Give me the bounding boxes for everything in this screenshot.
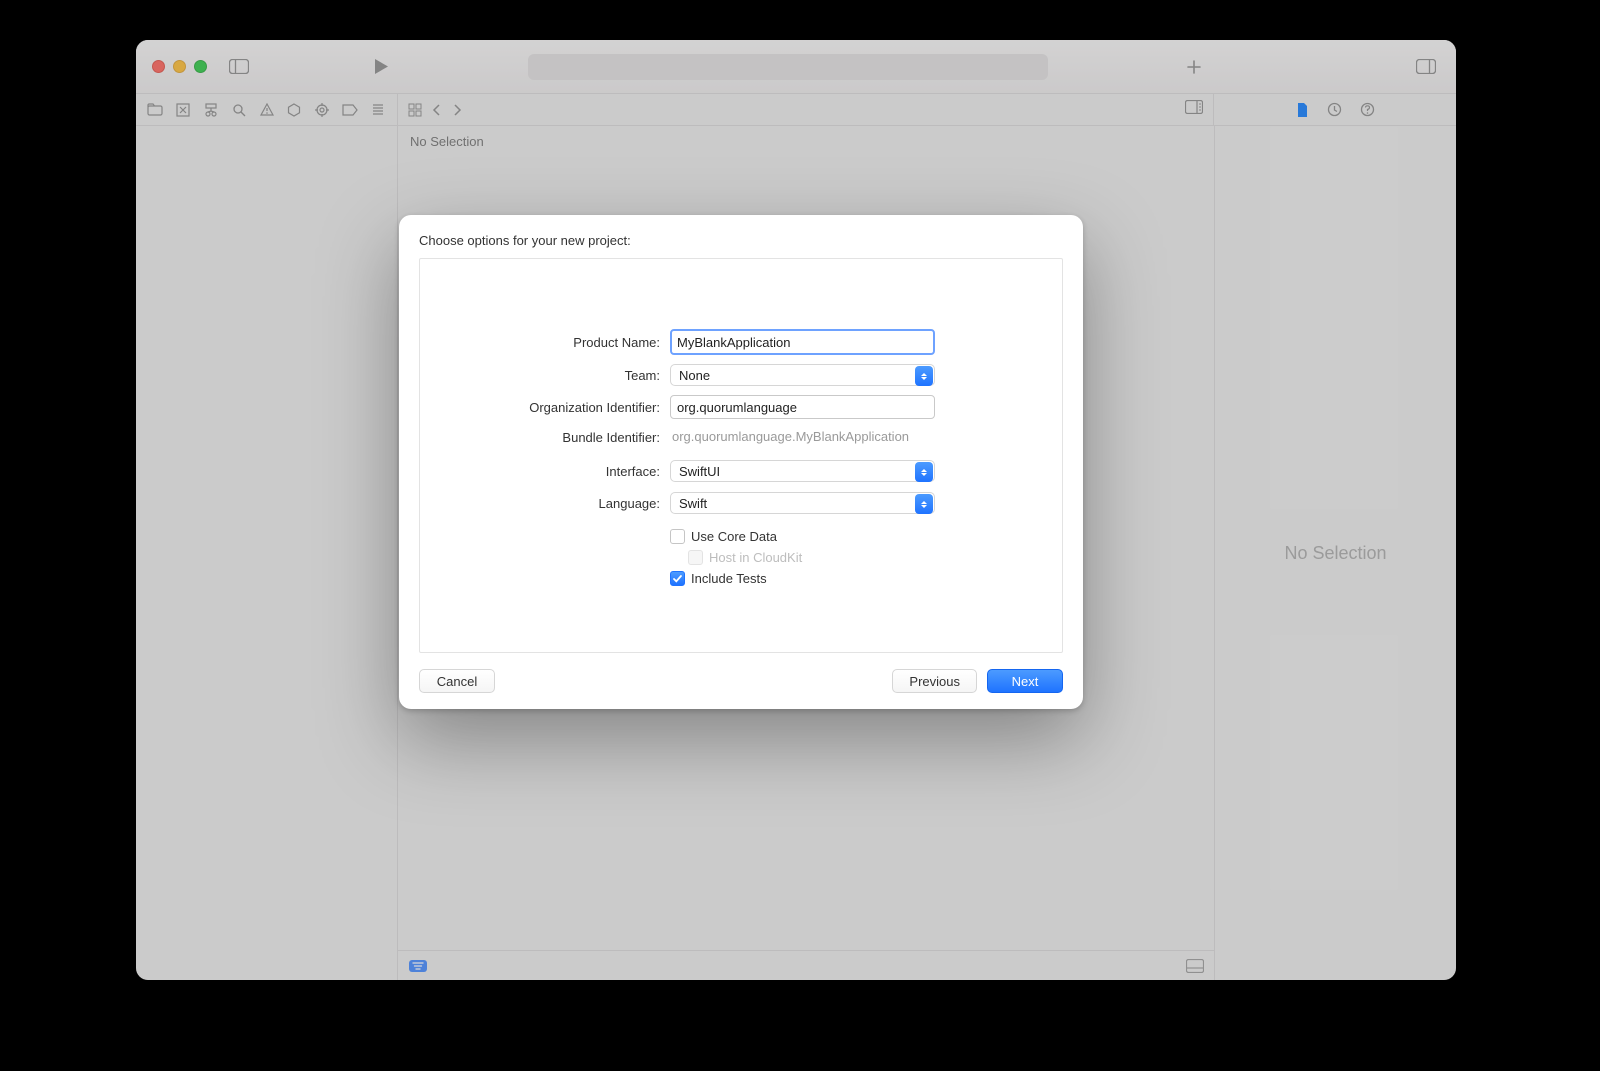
stepper-icon	[915, 462, 933, 482]
team-select[interactable]: None	[670, 364, 935, 386]
interface-label: Interface:	[440, 464, 670, 479]
dialog-form-panel: Product Name: Team: None Organization Id…	[419, 258, 1063, 653]
dialog-title: Choose options for your new project:	[419, 233, 1063, 248]
cancel-button[interactable]: Cancel	[419, 669, 495, 693]
host-cloudkit-checkbox	[688, 550, 703, 565]
stepper-icon	[915, 494, 933, 514]
host-cloudkit-label: Host in CloudKit	[709, 550, 802, 565]
stepper-icon	[915, 366, 933, 386]
language-select-value: Swift	[679, 496, 707, 511]
use-core-data-checkbox[interactable]	[670, 529, 685, 544]
language-label: Language:	[440, 496, 670, 511]
previous-button[interactable]: Previous	[892, 669, 977, 693]
interface-select-value: SwiftUI	[679, 464, 720, 479]
product-name-label: Product Name:	[440, 335, 670, 350]
team-label: Team:	[440, 368, 670, 383]
new-project-options-dialog: Choose options for your new project: Pro…	[399, 215, 1083, 709]
bundle-id-label: Bundle Identifier:	[440, 430, 670, 445]
next-button[interactable]: Next	[987, 669, 1063, 693]
language-select[interactable]: Swift	[670, 492, 935, 514]
include-tests-checkbox[interactable]	[670, 571, 685, 586]
product-name-input[interactable]	[670, 329, 935, 355]
org-id-label: Organization Identifier:	[440, 400, 670, 415]
use-core-data-label: Use Core Data	[691, 529, 777, 544]
team-select-value: None	[679, 368, 710, 383]
org-id-input[interactable]	[670, 395, 935, 419]
dialog-footer: Cancel Previous Next	[419, 669, 1063, 693]
bundle-id-value: org.quorumlanguage.MyBlankApplication	[670, 429, 909, 444]
include-tests-label: Include Tests	[691, 571, 767, 586]
interface-select[interactable]: SwiftUI	[670, 460, 935, 482]
